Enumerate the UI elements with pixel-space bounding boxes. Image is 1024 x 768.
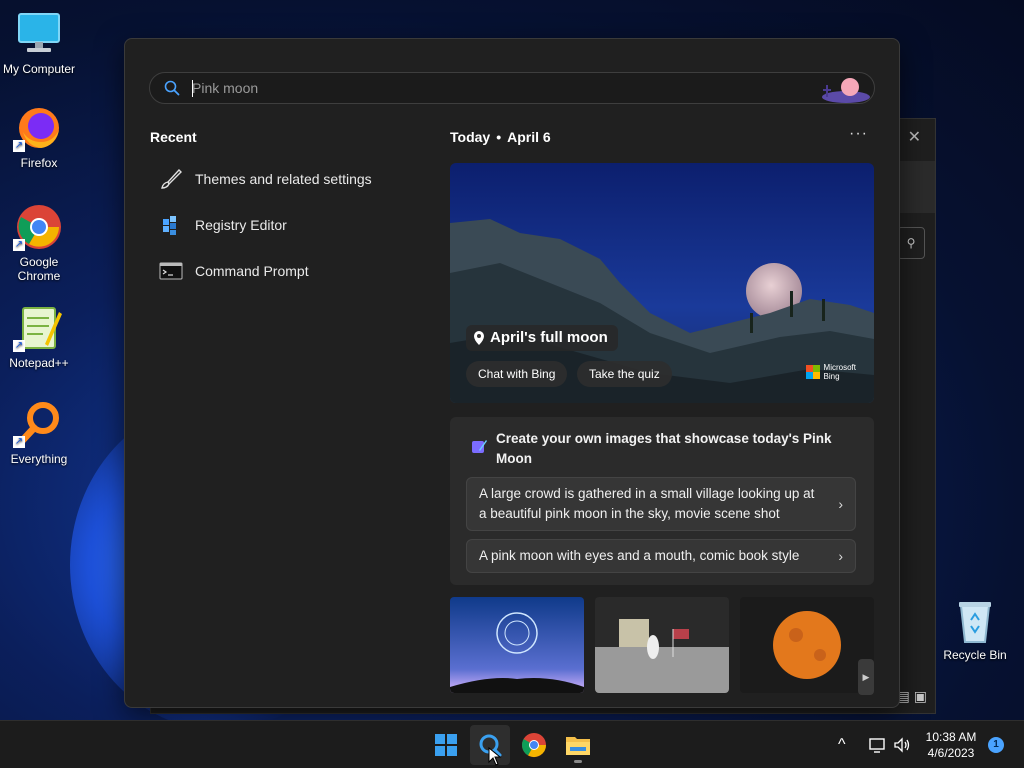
clock-date: 4/6/2023 [927,746,975,760]
brand-line: Bing [823,372,840,381]
prompt-text: A pink moon with eyes and a mouth, comic… [479,548,800,563]
thumbnail-zodiac[interactable] [450,597,584,693]
desktop-icon-everything[interactable]: ↗ Everything [0,400,78,466]
network-icon[interactable] [868,721,886,768]
image-creator-icon [472,440,487,453]
shortcut-arrow-icon: ↗ [13,239,25,251]
take-the-quiz-button[interactable]: Take the quiz [577,361,672,387]
view-toggle-icon[interactable]: ▤ ▣ [897,688,927,705]
monitor-icon [15,10,63,58]
hero-title[interactable]: April's full moon [466,325,618,351]
clock-time: 10:38 AM [925,730,977,744]
desktop-icon-label: Everything [10,452,68,466]
chat-with-bing-button[interactable]: Chat with Bing [466,361,568,387]
today-heading: Today • April 6 [450,129,551,145]
recent-heading: Recent [150,129,197,145]
firefox-icon: ↗ [13,104,63,152]
windows-logo-icon [435,734,457,756]
thumbnail-orange-moon[interactable] [740,597,874,693]
brush-icon [161,168,182,189]
recycle-bin-icon [951,596,999,644]
recent-item-themes[interactable]: Themes and related settings [150,161,420,197]
recent-item-command-prompt[interactable]: Command Prompt [150,253,420,289]
today-date: April 6 [507,129,551,145]
desktop-icon-chrome[interactable]: ↗ Google Chrome [0,203,78,283]
desktop-icon-label: My Computer [2,62,76,76]
microsoft-logo-icon [805,365,820,379]
mouse-cursor-icon [488,747,502,766]
desktop-icon-recycle-bin[interactable]: Recycle Bin [936,596,1014,662]
notepadpp-icon: ↗ [13,304,63,352]
search-icon [164,80,180,96]
recent-item-label: Command Prompt [195,263,309,279]
search-highlight-hero[interactable]: April's full moon Chat with Bing Take th… [450,163,874,403]
search-input[interactable] [192,77,792,99]
background-toolbar [895,161,935,213]
desktop-icon-label: Notepad++ [9,356,69,370]
desktop-icon-label: Firefox [20,156,58,170]
chevron-right-icon: › [838,496,843,512]
more-options-icon[interactable]: ··· [849,125,868,143]
scroll-right-icon[interactable]: ▶ [858,659,874,695]
zodiac-wheel-image [450,597,584,693]
create-images-card: Create your own images that showcase tod… [450,417,874,585]
desktop-icon-my-computer[interactable]: My Computer [0,10,78,76]
desktop-icon-label: Recycle Bin [943,648,1007,662]
chevron-right-icon: › [838,548,843,564]
close-icon[interactable]: ✕ [908,127,921,147]
shortcut-arrow-icon: ↗ [13,340,25,352]
prompt-suggestion-2[interactable]: A pink moon with eyes and a mouth, comic… [466,539,856,573]
taskbar: ^ 10:38 AM 4/6/2023 1 [0,720,1024,768]
pink-moon-art-icon[interactable] [820,75,870,103]
brand-line: Microsoft [823,363,856,372]
desktop-icon-firefox[interactable]: ↗ Firefox [0,104,78,170]
text-caret [192,80,193,97]
desktop-icon-label: Google Chrome [17,255,61,283]
taskbar-file-explorer-button[interactable] [558,725,598,765]
chevron-up-icon: ^ [838,736,846,753]
prompt-text: A large crowd is gathered in a small vil… [479,486,815,521]
registry-icon [163,216,176,235]
location-pin-icon [474,331,484,345]
prompt-suggestion-1[interactable]: A large crowd is gathered in a small vil… [466,477,856,531]
start-button[interactable] [426,725,466,765]
search-box[interactable] [149,72,875,104]
folder-icon [566,737,590,755]
today-label: Today [450,129,491,145]
clock[interactable]: 10:38 AM 4/6/2023 [922,729,980,761]
volume-icon[interactable] [893,721,911,768]
search-panel: Recent Themes and related settings Regis… [124,38,900,708]
terminal-icon [159,262,183,280]
recent-item-label: Registry Editor [195,217,287,233]
taskbar-chrome-button[interactable] [514,725,554,765]
hero-title-text: April's full moon [490,329,608,346]
magnifier-icon: ↗ [13,400,63,448]
create-card-title: Create your own images that showcase tod… [496,431,832,466]
search-icon[interactable]: ⚲ [897,227,925,259]
notification-badge[interactable]: 1 [988,737,1004,753]
microsoft-bing-logo: Microsoft Bing [805,363,856,381]
recent-item-label: Themes and related settings [195,171,372,187]
orange-moon-image [740,597,874,693]
running-indicator [574,760,582,763]
moon-landing-image [595,597,729,693]
shortcut-arrow-icon: ↗ [13,140,25,152]
thumbnail-moon-landing[interactable] [595,597,729,693]
shortcut-arrow-icon: ↗ [13,436,25,448]
desktop-icon-notepadpp[interactable]: ↗ Notepad++ [0,304,78,370]
show-hidden-icons-button[interactable]: ^ [838,721,846,768]
chrome-icon [521,733,546,758]
recent-item-registry-editor[interactable]: Registry Editor [150,207,420,243]
chrome-icon: ↗ [13,203,63,251]
taskbar-search-button[interactable] [470,725,510,766]
